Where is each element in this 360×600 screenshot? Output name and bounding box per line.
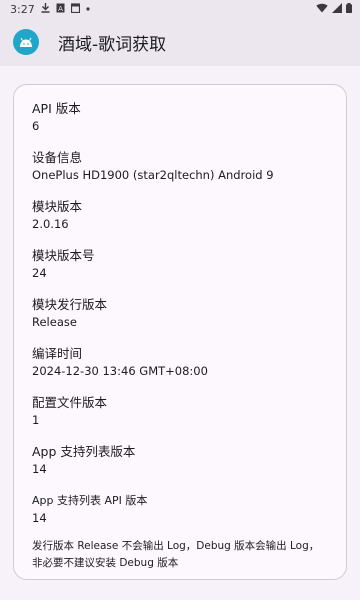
status-left: 3:27 A — [10, 2, 90, 16]
compile-time-value: 2024-12-30 13:46 GMT+08:00 — [32, 364, 208, 378]
status-right — [316, 2, 352, 16]
android-icon — [13, 29, 39, 55]
module-version-code-label: 模块版本号 — [32, 248, 95, 263]
module-version-value: 2.0.16 — [32, 217, 69, 231]
app-list-version-value: 14 — [32, 462, 47, 476]
api-version-item: API 版本 6 — [32, 100, 328, 134]
compile-time-label: 编译时间 — [32, 346, 83, 361]
device-info-value: OnePlus HD1900 (star2qltechn) Android 9 — [32, 168, 274, 182]
module-version-label: 模块版本 — [32, 199, 83, 214]
status-bar: 3:27 A — [0, 0, 360, 18]
api-version-value: 6 — [32, 119, 40, 133]
module-version-code-value: 24 — [32, 266, 47, 280]
app-bar: 酒域-歌词获取 — [0, 18, 360, 66]
module-version-code-item: 模块版本号 24 — [32, 247, 328, 281]
dot-icon — [86, 4, 90, 14]
release-type-label: 模块发行版本 — [32, 297, 108, 312]
app-list-api-item: App 支持列表 API 版本 14 — [32, 492, 328, 526]
release-footnote: 发行版本 Release 不会输出 Log，Debug 版本会输出 Log，非必… — [32, 540, 320, 569]
module-version-item: 模块版本 2.0.16 — [32, 198, 328, 232]
download-icon — [41, 2, 50, 16]
compile-time-item: 编译时间 2024-12-30 13:46 GMT+08:00 — [32, 345, 328, 379]
wifi-icon — [316, 3, 328, 16]
config-version-label: 配置文件版本 — [32, 395, 108, 410]
api-version-label: API 版本 — [32, 101, 81, 116]
app-title: 酒域-歌词获取 — [58, 34, 167, 55]
signal-icon — [332, 2, 342, 16]
calendar-icon — [70, 2, 80, 16]
release-type-item: 模块发行版本 Release — [32, 296, 328, 330]
app-list-api-value: 14 — [32, 511, 47, 525]
battery-icon — [346, 2, 352, 16]
info-card: API 版本 6 设备信息 OnePlus HD1900 (star2qltec… — [13, 84, 347, 580]
config-version-item: 配置文件版本 1 — [32, 394, 328, 428]
device-info-label: 设备信息 — [32, 150, 83, 165]
status-time: 3:27 — [10, 2, 35, 16]
device-info-item: 设备信息 OnePlus HD1900 (star2qltechn) Andro… — [32, 149, 328, 183]
app-list-version-label: App 支持列表版本 — [32, 444, 136, 459]
config-version-value: 1 — [32, 413, 40, 427]
release-type-value: Release — [32, 315, 77, 329]
svg-text:A: A — [58, 5, 63, 13]
app-list-api-label: App 支持列表 API 版本 — [32, 494, 148, 507]
app-list-version-item: App 支持列表版本 14 — [32, 443, 328, 477]
a-badge-icon: A — [56, 3, 65, 16]
